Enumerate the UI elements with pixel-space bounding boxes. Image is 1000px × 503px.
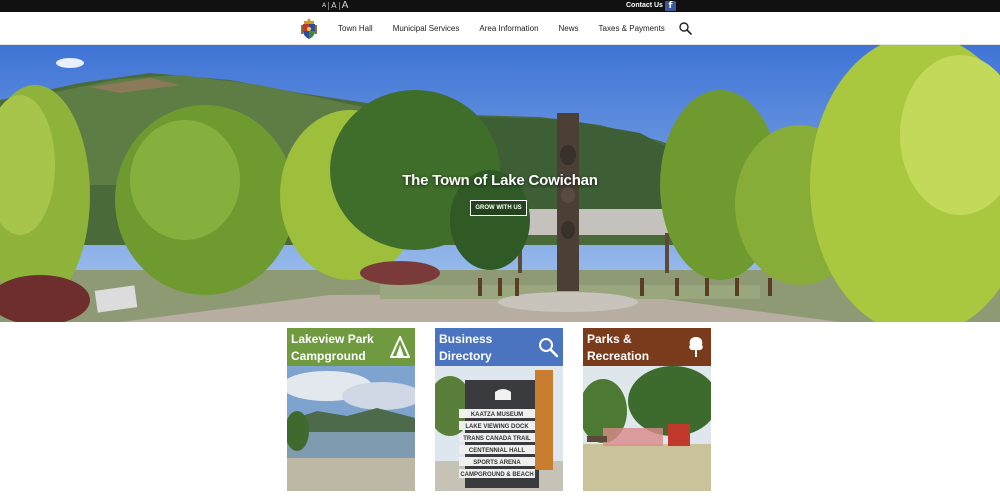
divider: [338, 2, 340, 10]
hero-banner: The Town of Lake Cowichan GROW WITH US: [0, 45, 1000, 322]
nav-item-municipal-services[interactable]: Municipal Services: [393, 24, 460, 33]
hero-title: The Town of Lake Cowichan: [402, 172, 598, 189]
card-header: Parks & Recreation: [583, 328, 711, 366]
facebook-icon[interactable]: f: [665, 1, 676, 11]
search-icon: [539, 338, 558, 358]
nav-item-town-hall[interactable]: Town Hall: [338, 24, 373, 33]
tent-icon: [390, 336, 410, 358]
sign-label: CAMPGROUND & BEACH: [460, 472, 533, 478]
lake-photo: [287, 366, 415, 491]
nav-menu: Town Hall Municipal Services Area Inform…: [338, 12, 685, 45]
utility-bar: A A A Contact Us f: [0, 0, 1000, 12]
sign-label: TRANS CANADA TRAIL: [463, 436, 531, 442]
playground-photo: [583, 366, 711, 491]
town-crest-icon[interactable]: [301, 18, 317, 39]
card-header: Lakeview Park Campground: [287, 328, 415, 366]
main-navigation: Town Hall Municipal Services Area Inform…: [0, 12, 1000, 45]
divider: [328, 2, 330, 10]
sign-label: KAATZA MUSEUM: [471, 412, 523, 418]
sign-label: LAKE VIEWING DOCK: [465, 424, 529, 430]
nav-item-news[interactable]: News: [559, 24, 579, 33]
font-size-controls: A A A: [322, 1, 348, 11]
font-size-small-button[interactable]: A: [322, 1, 326, 11]
tree-icon: [689, 337, 703, 357]
nav-item-taxes-payments[interactable]: Taxes & Payments: [599, 24, 665, 33]
card-lakeview-park-campground[interactable]: Lakeview Park Campground: [287, 328, 415, 491]
search-icon[interactable]: [679, 22, 692, 35]
grow-with-us-button[interactable]: GROW WITH US: [470, 200, 527, 216]
signpost-photo: KAATZA MUSEUM LAKE VIEWING DOCK TRANS CA…: [435, 366, 563, 491]
sign-label: SPORTS ARENA: [473, 460, 521, 466]
card-business-directory[interactable]: Business Directory KAATZA MUSEUM LAKE VI…: [435, 328, 563, 491]
contact-us-link[interactable]: Contact Us: [626, 1, 663, 11]
font-size-large-button[interactable]: A: [342, 1, 349, 11]
sign-label: CENTENNIAL HALL: [469, 448, 526, 454]
font-size-medium-button[interactable]: A: [331, 1, 336, 11]
card-parks-recreation[interactable]: Parks & Recreation: [583, 328, 711, 491]
card-header: Business Directory: [435, 328, 563, 366]
nav-item-area-information[interactable]: Area Information: [479, 24, 538, 33]
